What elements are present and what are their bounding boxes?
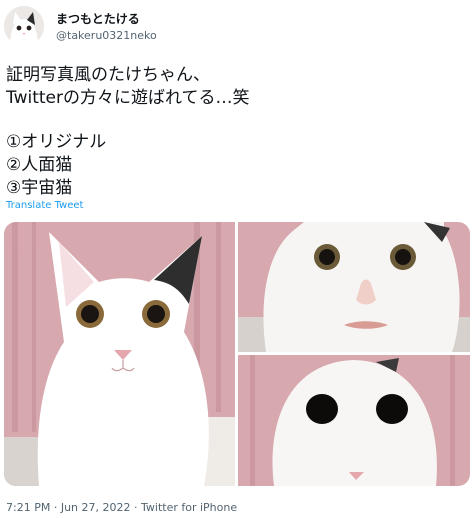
meta-separator: ·: [50, 501, 61, 514]
tweet-date[interactable]: Jun 27, 2022: [61, 501, 131, 514]
tweet-line: 証明写真風のたけちゃん、: [6, 65, 210, 85]
meta-separator: ·: [130, 501, 141, 514]
cat-photo-original[interactable]: [4, 222, 235, 486]
avatar-cat-image: [4, 6, 44, 46]
tweet-header: まつもとたける @takeru0321neko: [4, 4, 470, 48]
cat-photo-human-face[interactable]: [238, 222, 470, 352]
tweet-source[interactable]: Twitter for iPhone: [141, 501, 237, 514]
tweet-line: ②人面猫: [6, 155, 73, 175]
media-grid: [4, 222, 470, 486]
avatar[interactable]: [4, 6, 44, 46]
tweet-line: ①オリジナル: [6, 132, 107, 152]
tweet-line: Twitterの方々に遊ばれてる…笑: [6, 88, 250, 108]
display-name[interactable]: まつもとたける: [56, 10, 140, 27]
tweet-meta: 7:21 PM · Jun 27, 2022 · Twitter for iPh…: [6, 501, 237, 514]
media-grid-svg: [4, 222, 470, 486]
handle[interactable]: @takeru0321neko: [56, 29, 157, 42]
translate-tweet-link[interactable]: Translate Tweet: [6, 200, 83, 211]
tweet-text: 証明写真風のたけちゃん、 Twitterの方々に遊ばれてる…笑 ①オリジナル ②…: [6, 64, 466, 200]
cat-photo-space-cat[interactable]: [238, 355, 470, 486]
tweet-line: ③宇宙猫: [6, 178, 73, 198]
tweet-time[interactable]: 7:21 PM: [6, 501, 50, 514]
